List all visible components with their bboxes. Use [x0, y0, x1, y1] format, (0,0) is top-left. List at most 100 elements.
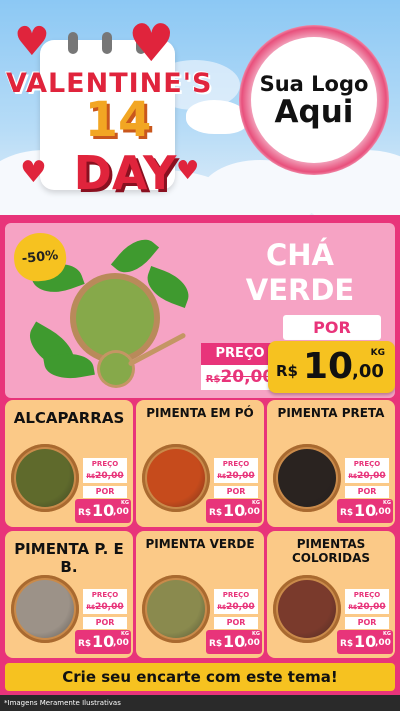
old-price: R$20,00	[345, 470, 389, 483]
preco-label: PREÇO	[83, 589, 127, 601]
por-label: POR	[214, 486, 258, 498]
old-price-value: 20,00	[220, 367, 275, 387]
spice-fill	[16, 449, 74, 507]
featured-price-tag: R$ 10 ,00 KG	[268, 341, 395, 393]
old-price-currency: R$	[348, 473, 358, 480]
product-name: PIMENTA PRETA	[277, 406, 385, 420]
old-price-currency: R$	[348, 604, 358, 611]
por-label: POR	[214, 617, 258, 629]
old-price: R$20,00	[83, 601, 127, 614]
spice-fill	[278, 580, 336, 638]
spice-bowl-icon	[273, 575, 341, 643]
spoon-icon	[100, 353, 132, 385]
por-label: POR	[345, 486, 389, 498]
price-decimal: ,00	[375, 638, 391, 648]
price-currency: R$	[209, 508, 223, 518]
spice-fill	[278, 449, 336, 507]
product-name: PIMENTA VERDE	[145, 537, 255, 551]
preco-label: PREÇO	[214, 458, 258, 470]
old-price: R$20,00	[214, 470, 258, 483]
offers-area: -50% CHÁ VERDE POR PREÇO R$20,00 R$ 10 ,…	[0, 215, 400, 711]
price-tag: R$ 10,00 KG	[337, 630, 393, 654]
preco-label: PREÇO	[214, 589, 258, 601]
product-card[interactable]: PIMENTA PRETA PREÇO R$20,00 POR R$ 10,00 KG	[267, 400, 395, 527]
price-decimal: ,00	[113, 507, 129, 517]
spice-bowl-icon	[11, 444, 79, 512]
old-price-value: 20,00	[357, 602, 386, 612]
price-decimal: ,00	[244, 638, 260, 648]
spice-bowl-icon	[142, 444, 210, 512]
price-integer: 10	[223, 632, 246, 651]
spice-fill	[147, 449, 205, 507]
price-tag: R$ 10,00 KG	[75, 630, 131, 654]
valentines-day-word: DAY	[73, 146, 177, 200]
footnote: *Imagens Meramente Ilustrativas	[0, 695, 400, 711]
old-price-value: 20,00	[357, 471, 386, 481]
featured-offer-card[interactable]: -50% CHÁ VERDE POR PREÇO R$20,00 R$ 10 ,…	[5, 223, 395, 398]
spice-fill	[147, 580, 205, 638]
price-currency: R$	[78, 508, 92, 518]
spice-fill	[16, 580, 74, 638]
price-integer: 10	[354, 632, 377, 651]
spice-bowl-icon	[273, 444, 341, 512]
preco-label: PREÇO	[345, 589, 389, 601]
preco-label: PREÇO	[345, 458, 389, 470]
price-integer: 10	[354, 501, 377, 520]
price-decimal: ,00	[352, 361, 384, 382]
old-price-currency: R$	[217, 473, 227, 480]
price-decimal: ,00	[375, 507, 391, 517]
preco-label: PREÇO	[83, 458, 127, 470]
price-integer: 10	[303, 346, 354, 387]
heart-icon: ♥	[14, 19, 50, 65]
por-label: POR	[345, 617, 389, 629]
price-tag: R$ 10,00 KG	[206, 630, 262, 654]
price-unit: KG	[370, 348, 385, 358]
price-integer: 10	[92, 501, 115, 520]
valentines-header: ♥ ♥ ♥ ♥ VALENTINE'S 14 DAY Sua Logo Aqui	[0, 0, 400, 215]
cta-banner[interactable]: Crie seu encarte com este tema!	[5, 663, 395, 691]
spice-bowl-icon	[142, 575, 210, 643]
matcha-powder	[76, 279, 154, 357]
logo-text-line1: Sua Logo	[259, 71, 369, 96]
product-name: PIMENTA EM PÓ	[146, 406, 254, 420]
old-price-value: 20,00	[226, 602, 255, 612]
price-currency: R$	[340, 508, 354, 518]
price-tag: R$ 10,00 KG	[206, 499, 262, 523]
spice-bowl-icon	[11, 575, 79, 643]
price-decimal: ,00	[113, 638, 129, 648]
price-unit: KG	[252, 631, 260, 637]
product-name: ALCAPARRAS	[13, 409, 125, 427]
old-price: R$20,00	[214, 601, 258, 614]
product-card[interactable]: PIMENTA EM PÓ PREÇO R$20,00 POR R$ 10,00 KG	[136, 400, 264, 527]
product-card[interactable]: PIMENTA P. E B. PREÇO R$20,00 POR R$ 10,00 KG	[5, 531, 133, 658]
old-price-currency: R$	[217, 604, 227, 611]
old-price-currency: R$	[86, 473, 96, 480]
logo-text-line2: Aqui	[274, 93, 354, 130]
por-label: POR	[83, 617, 127, 629]
price-integer: 10	[92, 632, 115, 651]
price-currency: R$	[78, 639, 92, 649]
price-currency: R$	[340, 639, 354, 649]
logo-placeholder[interactable]: Sua Logo Aqui	[251, 37, 377, 163]
price-tag: R$ 10,00 KG	[337, 499, 393, 523]
product-card[interactable]: PIMENTA VERDE PREÇO R$20,00 POR R$ 10,00 KG	[136, 531, 264, 658]
product-name: PIMENTA P. E B.	[14, 540, 124, 576]
old-price: R$20,00	[83, 470, 127, 483]
product-name: PIMENTAS COLORIDAS	[291, 537, 371, 566]
price-decimal: ,00	[244, 507, 260, 517]
heart-icon: ♥	[20, 155, 47, 190]
product-card[interactable]: ALCAPARRAS PREÇO R$20,00 POR R$ 10,00 KG	[5, 400, 133, 527]
heart-icon: ♥	[128, 14, 175, 74]
price-unit: KG	[121, 500, 129, 506]
old-price-currency: R$	[205, 374, 221, 385]
price-currency: R$	[276, 362, 298, 380]
price-unit: KG	[252, 500, 260, 506]
old-price-value: 20,00	[95, 602, 124, 612]
old-price: R$20,00	[345, 601, 389, 614]
product-card[interactable]: PIMENTAS COLORIDAS PREÇO R$20,00 POR R$ 10,00…	[267, 531, 395, 658]
price-unit: KG	[383, 500, 391, 506]
old-price-currency: R$	[86, 604, 96, 611]
valentines-number: 14	[84, 92, 152, 148]
price-unit: KG	[383, 631, 391, 637]
old-price-value: 20,00	[226, 471, 255, 481]
